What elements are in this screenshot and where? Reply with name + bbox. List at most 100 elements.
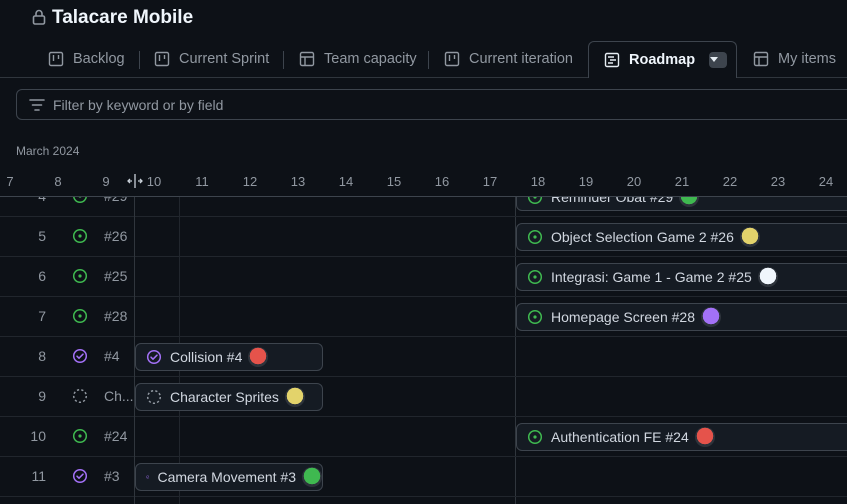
day-label: 19 xyxy=(578,174,594,189)
row-issue-id[interactable]: #29 xyxy=(104,197,127,204)
row-issue-id[interactable]: #26 xyxy=(104,228,127,244)
roadmap-item-bar[interactable]: Authentication FE #24 xyxy=(516,423,847,451)
day-label: 7 xyxy=(6,174,14,189)
table-icon xyxy=(299,51,315,66)
roadmap-item-bar[interactable]: Integrasi: Game 1 - Game 2 #25 xyxy=(516,263,847,291)
filter-input[interactable]: Filter by keyword or by field xyxy=(16,89,847,120)
table-icon xyxy=(753,51,769,66)
table-row[interactable]: 5 #26 xyxy=(0,217,134,257)
resize-cursor-icon xyxy=(127,174,143,188)
day-label: 16 xyxy=(434,174,450,189)
row-issue-id[interactable]: #28 xyxy=(104,308,127,324)
day-label: 18 xyxy=(530,174,546,189)
row-number: 7 xyxy=(38,308,46,324)
lock-icon xyxy=(32,9,46,25)
tab-backlog[interactable]: Backlog xyxy=(48,40,125,77)
row-divider xyxy=(134,296,847,297)
tab-options-button[interactable] xyxy=(709,52,728,68)
roadmap-item-bar[interactable]: Object Selection Game 2 #26 xyxy=(516,223,847,251)
board-icon xyxy=(444,51,460,66)
day-label: 13 xyxy=(290,174,306,189)
tab-label: Roadmap xyxy=(629,52,696,68)
roadmap-item-bar[interactable]: Camera Movement #3 xyxy=(135,463,323,491)
triangle-down-icon xyxy=(709,57,718,62)
row-status xyxy=(72,268,88,289)
tab-current-iteration[interactable]: Current iteration xyxy=(444,40,573,77)
project-title: Talacare Mobile xyxy=(52,7,194,28)
row-number: 5 xyxy=(38,228,46,244)
row-number: 4 xyxy=(16,197,46,204)
issue-closed-icon xyxy=(72,468,88,484)
row-issue-id[interactable]: Ch... xyxy=(104,388,134,404)
table-row[interactable]: 8 #4 xyxy=(0,337,134,377)
table-row[interactable]: 11 #3 xyxy=(0,457,134,497)
issue-open-icon xyxy=(72,268,88,284)
day-label: 22 xyxy=(722,174,738,189)
issue-closed-icon xyxy=(146,475,150,479)
assignee-avatar[interactable] xyxy=(679,197,700,207)
row-issue-id[interactable]: #3 xyxy=(104,468,120,484)
tab-team-capacity[interactable]: Team capacity xyxy=(299,40,417,77)
issue-open-icon xyxy=(73,197,87,204)
tab-label: Team capacity xyxy=(324,50,417,67)
view-tabs: Backlog Current Sprint Team capacity Cur… xyxy=(0,40,847,78)
day-label: 24 xyxy=(818,174,834,189)
assignee-avatar[interactable] xyxy=(302,467,322,487)
row-status xyxy=(72,388,88,409)
roadmap-item-bar[interactable]: Collision #4 xyxy=(135,343,323,371)
row-divider xyxy=(134,496,847,497)
row-divider xyxy=(134,416,847,417)
row-number: 6 xyxy=(38,268,46,284)
roadmap-item-title: Camera Movement #3 xyxy=(157,469,296,485)
tab-my-items[interactable]: My items xyxy=(753,40,836,77)
row-number: 8 xyxy=(38,348,46,364)
row-issue-id[interactable]: #25 xyxy=(104,268,127,284)
tab-label: Current iteration xyxy=(469,50,573,67)
table-row[interactable]: 7 #28 xyxy=(0,297,134,337)
issue-open-icon xyxy=(72,428,88,444)
issue-draft-icon xyxy=(72,388,88,404)
day-label: 15 xyxy=(386,174,402,189)
roadmap-item-title: Character Sprites xyxy=(170,389,279,405)
roadmap-grid: Reminder Obat #29 Object Selection Game 2… xyxy=(0,197,847,504)
assignee-avatar[interactable] xyxy=(739,227,760,247)
roadmap-item-title: Collision #4 xyxy=(170,349,243,365)
row-issue-id[interactable]: #24 xyxy=(104,428,127,444)
tab-roadmap[interactable]: Roadmap xyxy=(588,41,737,78)
filter-placeholder: Filter by keyword or by field xyxy=(53,97,224,113)
day-label: 12 xyxy=(242,174,258,189)
assignee-avatar[interactable] xyxy=(701,307,721,327)
assignee-avatar[interactable] xyxy=(248,347,269,367)
row-divider xyxy=(134,336,847,337)
row-panel: 4 #29 5 #26 6 #25 7 #28 8 #4 9 Ch... 10 #24 11 #3 xyxy=(0,197,135,504)
row-status xyxy=(72,468,88,489)
row-status xyxy=(72,348,88,369)
roadmap-icon xyxy=(604,52,620,68)
table-row[interactable]: 6 #25 xyxy=(0,257,134,297)
table-row[interactable]: 4 #29 xyxy=(0,197,134,217)
roadmap-item-bar[interactable]: Character Sprites xyxy=(135,383,323,411)
assignee-avatar[interactable] xyxy=(757,267,778,287)
day-label: 11 xyxy=(195,174,209,189)
filter-icon xyxy=(29,99,45,111)
day-label: 20 xyxy=(626,174,642,189)
row-number: 9 xyxy=(38,388,46,404)
row-number: 10 xyxy=(30,428,46,444)
table-row[interactable]: 10 #24 xyxy=(0,417,134,457)
day-label: 8 xyxy=(54,174,62,189)
assignee-avatar[interactable] xyxy=(284,387,305,407)
day-label: 10 xyxy=(146,174,162,189)
assignee-avatar[interactable] xyxy=(694,427,715,447)
roadmap-item-bar[interactable]: Homepage Screen #28 xyxy=(516,303,847,331)
issue-open-icon xyxy=(527,229,543,245)
issue-closed-icon xyxy=(146,349,162,365)
row-status xyxy=(72,228,88,249)
tab-label: Current Sprint xyxy=(179,50,270,67)
row-divider xyxy=(134,456,847,457)
roadmap-item-bar[interactable]: Reminder Obat #29 xyxy=(516,197,847,211)
row-divider xyxy=(134,216,847,217)
tab-current-sprint[interactable]: Current Sprint xyxy=(154,40,269,77)
table-row[interactable]: 9 Ch... xyxy=(0,377,134,417)
row-issue-id[interactable]: #4 xyxy=(104,348,120,364)
row-number: 11 xyxy=(31,468,46,484)
